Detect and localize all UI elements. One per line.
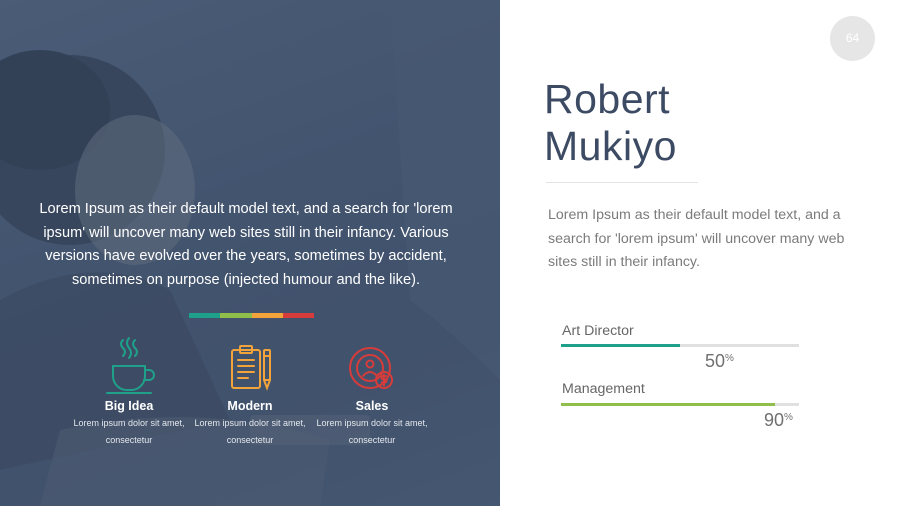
name-divider: [546, 182, 698, 183]
color-bar-segment: [282, 313, 314, 318]
feature-modern: Modern Lorem ipsum dolor sit amet, conse…: [185, 336, 315, 449]
feature-description: Lorem ipsum dolor sit amet, consectetur: [316, 418, 428, 445]
feature-description: Lorem ipsum dolor sit amet, consectetur: [194, 418, 306, 445]
feature-title: Sales: [355, 399, 389, 413]
skill-label: Management: [562, 381, 645, 397]
skill-progress-fill: [561, 344, 680, 347]
first-name: Robert: [544, 76, 671, 122]
skill-unit: %: [784, 412, 793, 423]
last-name: Mukiyo: [544, 123, 677, 169]
photo-panel: Lorem Ipsum as their default model text,…: [0, 0, 500, 506]
profile-name: Robert Mukiyo: [544, 76, 677, 170]
skill-unit: %: [725, 353, 734, 364]
color-bar: [189, 313, 314, 318]
color-bar-segment: [189, 313, 221, 318]
feature-description: Lorem ipsum dolor sit amet, consectetur: [73, 418, 185, 445]
skill-value: 50: [705, 351, 726, 371]
coffee-cup-icon: [106, 337, 155, 394]
feature-big-idea: Big Idea Lorem ipsum dolor sit amet, con…: [64, 336, 194, 449]
profile-bio: Lorem Ipsum as their default model text,…: [548, 207, 845, 270]
color-bar-segment: [251, 313, 283, 318]
skill-progress-fill: [561, 403, 776, 406]
sales-target-icon: [349, 347, 393, 389]
skill-progress-track: [561, 403, 799, 406]
page-number-badge: 64: [830, 16, 875, 61]
skill-progress-track: [561, 344, 799, 347]
skill-percentage: 90%: [764, 410, 793, 430]
feature-title: Modern: [227, 399, 273, 413]
feature-sales: Sales Lorem ipsum dolor sit amet, consec…: [307, 336, 437, 449]
skill-percentage: 50%: [705, 351, 734, 371]
skill-value: 90: [764, 410, 785, 430]
feature-title: Big Idea: [104, 399, 154, 413]
intro-text: Lorem Ipsum as their default model text,…: [39, 201, 453, 288]
color-bar-segment: [220, 313, 252, 318]
slide: Lorem Ipsum as their default model text,…: [0, 0, 900, 506]
clipboard-pen-icon: [231, 345, 271, 391]
skill-label: Art Director: [562, 323, 634, 339]
